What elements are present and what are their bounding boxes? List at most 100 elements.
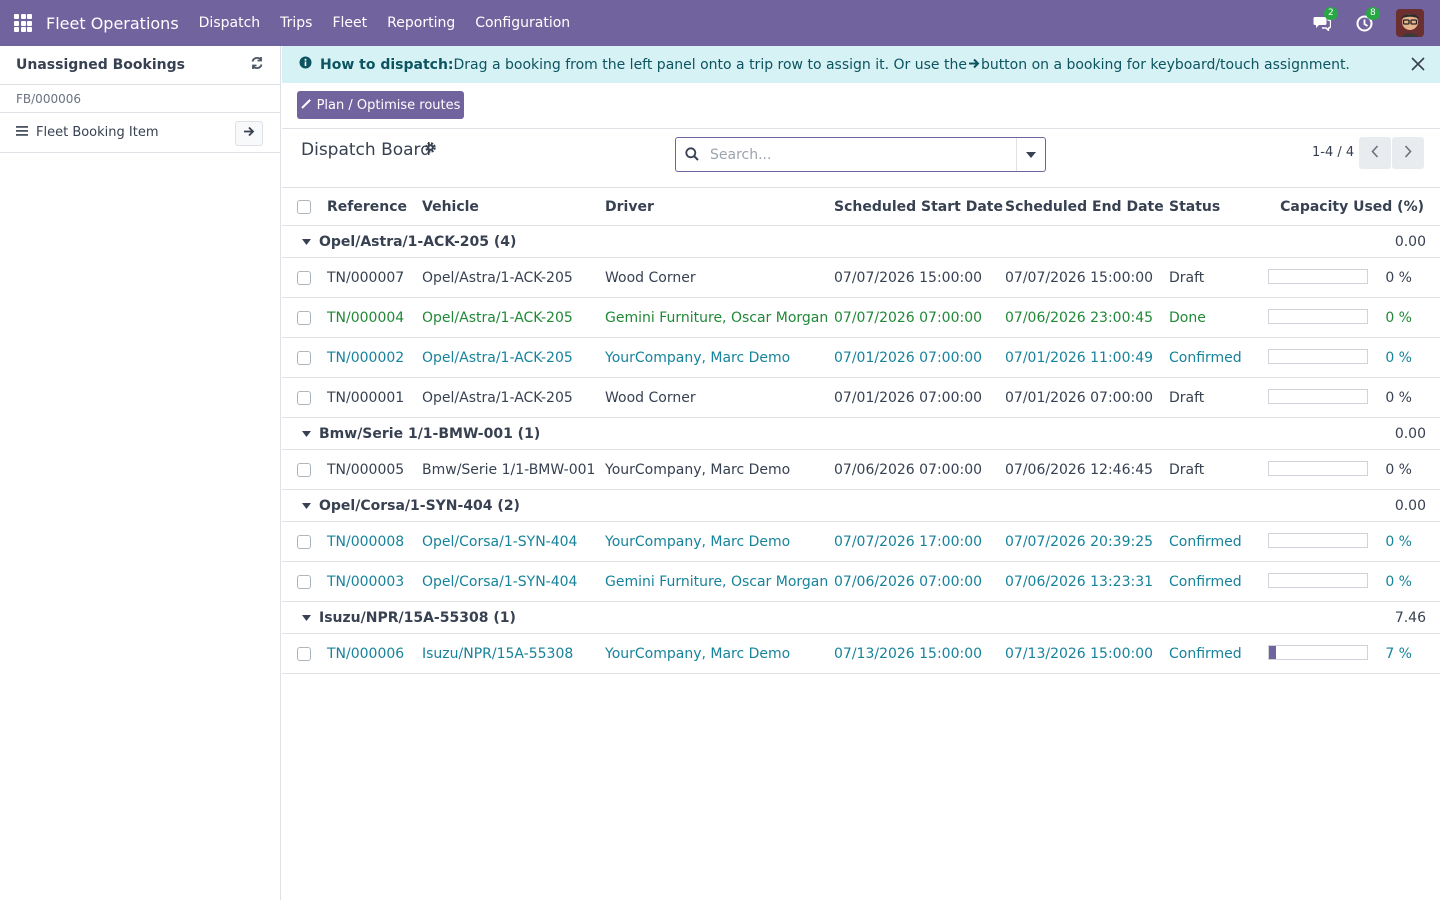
cell-driver: Wood Corner xyxy=(605,269,696,286)
refresh-icon[interactable] xyxy=(250,56,264,74)
arrow-right-icon xyxy=(968,57,980,73)
banner-text-after: button on a booking for keyboard/touch a… xyxy=(980,56,1350,73)
cell-status: Confirmed xyxy=(1169,645,1242,662)
row-checkbox[interactable] xyxy=(297,450,311,489)
app-name[interactable]: Fleet Operations xyxy=(46,14,179,33)
caret-down-icon xyxy=(302,418,311,449)
capacity-percent: 0 % xyxy=(1385,309,1412,326)
cell-driver: Gemini Furniture, Oscar Morgan xyxy=(605,573,829,590)
page-title: Dispatch Board xyxy=(301,140,432,160)
table-row[interactable]: TN/000007 Opel/Astra/1-ACK-205 Wood Corn… xyxy=(282,258,1440,298)
table-row[interactable]: TN/000008 Opel/Corsa/1-SYN-404 YourCompa… xyxy=(282,522,1440,562)
row-checkbox[interactable] xyxy=(297,338,311,377)
table-row[interactable]: TN/000002 Opel/Astra/1-ACK-205 YourCompa… xyxy=(282,338,1440,378)
table-row[interactable]: TN/000004 Opel/Astra/1-ACK-205 Gemini Fu… xyxy=(282,298,1440,338)
cell-status: Draft xyxy=(1169,269,1205,286)
avatar[interactable] xyxy=(1396,9,1424,37)
table-row[interactable]: TN/000003 Opel/Corsa/1-SYN-404 Gemini Fu… xyxy=(282,562,1440,602)
capacity-bar xyxy=(1268,461,1368,476)
gear-icon[interactable] xyxy=(424,141,437,158)
table-row[interactable]: TN/000001 Opel/Astra/1-ACK-205 Wood Corn… xyxy=(282,378,1440,418)
search-icon xyxy=(685,147,699,165)
pager-value[interactable]: 1-4 / 4 xyxy=(1312,145,1354,160)
table-row[interactable]: TN/000005 Bmw/Serie 1/1-BMW-001 YourComp… xyxy=(282,450,1440,490)
header-vehicle[interactable]: Vehicle xyxy=(422,188,479,225)
drag-handle-icon[interactable] xyxy=(16,125,28,140)
group-row[interactable]: Isuzu/NPR/15A-55308 (1) 7.46 xyxy=(282,602,1440,634)
caret-down-icon xyxy=(302,226,311,257)
group-row[interactable]: Opel/Astra/1-ACK-205 (4) 0.00 xyxy=(282,226,1440,258)
select-all-checkbox[interactable] xyxy=(297,188,311,225)
menu-trips[interactable]: Trips xyxy=(270,0,322,46)
cell-reference: TN/000006 xyxy=(327,645,405,662)
cell-end-date: 07/13/2026 15:00:00 xyxy=(1005,645,1154,662)
group-title: Bmw/Serie 1/1-BMW-001 (1) xyxy=(319,425,541,442)
magic-wand-icon xyxy=(300,98,312,113)
header-status[interactable]: Status xyxy=(1169,188,1220,225)
row-checkbox[interactable] xyxy=(297,522,311,561)
search-input[interactable] xyxy=(710,146,1010,163)
cell-start-date: 07/07/2026 07:00:00 xyxy=(834,309,983,326)
header-capacity[interactable]: Capacity Used (%) xyxy=(1280,188,1424,225)
row-checkbox[interactable] xyxy=(297,562,311,601)
capacity-bar xyxy=(1268,269,1368,284)
capacity-bar xyxy=(1268,389,1368,404)
apps-grid-icon[interactable] xyxy=(0,0,46,46)
row-checkbox[interactable] xyxy=(297,258,311,297)
row-checkbox[interactable] xyxy=(297,378,311,417)
group-total: 0.00 xyxy=(1394,233,1426,250)
booking-item[interactable]: Fleet Booking Item xyxy=(0,113,280,153)
chat-icon[interactable]: 2 xyxy=(1312,7,1338,33)
cell-end-date: 07/01/2026 11:00:49 xyxy=(1005,349,1154,366)
header-driver[interactable]: Driver xyxy=(605,188,654,225)
header-end-date[interactable]: Scheduled End Date xyxy=(1005,188,1164,225)
cell-end-date: 07/06/2026 23:00:45 xyxy=(1005,309,1154,326)
menu-reporting[interactable]: Reporting xyxy=(377,0,465,46)
menu-fleet[interactable]: Fleet xyxy=(322,0,377,46)
cell-end-date: 07/06/2026 13:23:31 xyxy=(1005,573,1154,590)
menu-configuration[interactable]: Configuration xyxy=(465,0,580,46)
pager-previous-button[interactable] xyxy=(1359,137,1391,169)
chevron-right-icon xyxy=(1404,144,1412,162)
search-options-toggle[interactable] xyxy=(1016,138,1045,171)
table-row[interactable]: TN/000006 Isuzu/NPR/15A-55308 YourCompan… xyxy=(282,634,1440,674)
header-start-date[interactable]: Scheduled Start Date xyxy=(834,188,1003,225)
row-checkbox[interactable] xyxy=(297,634,311,673)
cell-end-date: 07/07/2026 20:39:25 xyxy=(1005,533,1154,550)
row-checkbox[interactable] xyxy=(297,298,311,337)
group-row[interactable]: Opel/Corsa/1-SYN-404 (2) 0.00 xyxy=(282,490,1440,522)
messages-badge: 2 xyxy=(1324,7,1338,20)
cell-reference: TN/000008 xyxy=(327,533,405,550)
cell-vehicle: Opel/Astra/1-ACK-205 xyxy=(422,269,573,286)
cell-reference: TN/000001 xyxy=(327,389,405,406)
cell-reference: TN/000007 xyxy=(327,269,405,286)
close-icon[interactable] xyxy=(1410,56,1426,76)
cell-driver: YourCompany, Marc Demo xyxy=(605,349,791,366)
table-header: Reference Vehicle Driver Scheduled Start… xyxy=(282,188,1440,226)
capacity-percent: 0 % xyxy=(1385,349,1412,366)
cell-start-date: 07/06/2026 07:00:00 xyxy=(834,461,983,478)
cell-vehicle: Opel/Corsa/1-SYN-404 xyxy=(422,573,578,590)
cell-start-date: 07/01/2026 07:00:00 xyxy=(834,349,983,366)
info-icon xyxy=(299,56,312,73)
cell-start-date: 07/13/2026 15:00:00 xyxy=(834,645,983,662)
capacity-percent: 7 % xyxy=(1385,645,1412,662)
group-total: 0.00 xyxy=(1394,425,1426,442)
booking-item-label: Fleet Booking Item xyxy=(36,125,159,140)
group-row[interactable]: Bmw/Serie 1/1-BMW-001 (1) 0.00 xyxy=(282,418,1440,450)
pager-next-button[interactable] xyxy=(1392,137,1424,169)
header-reference[interactable]: Reference xyxy=(327,188,407,225)
group-title: Opel/Corsa/1-SYN-404 (2) xyxy=(319,497,520,514)
group-total: 0.00 xyxy=(1394,497,1426,514)
menu-dispatch[interactable]: Dispatch xyxy=(189,0,271,46)
capacity-percent: 0 % xyxy=(1385,573,1412,590)
capacity-percent: 0 % xyxy=(1385,269,1412,286)
assign-arrow-button[interactable] xyxy=(235,121,263,146)
clock-icon[interactable]: 8 xyxy=(1354,7,1380,33)
cell-vehicle: Opel/Astra/1-ACK-205 xyxy=(422,349,573,366)
control-panel: Dispatch Board 1-4 / 4 xyxy=(282,128,1440,188)
cell-reference: TN/000005 xyxy=(327,461,405,478)
activities-badge: 8 xyxy=(1366,7,1380,20)
plan-optimise-routes-button[interactable]: Plan / Optimise routes xyxy=(297,91,464,119)
capacity-bar xyxy=(1268,309,1368,324)
